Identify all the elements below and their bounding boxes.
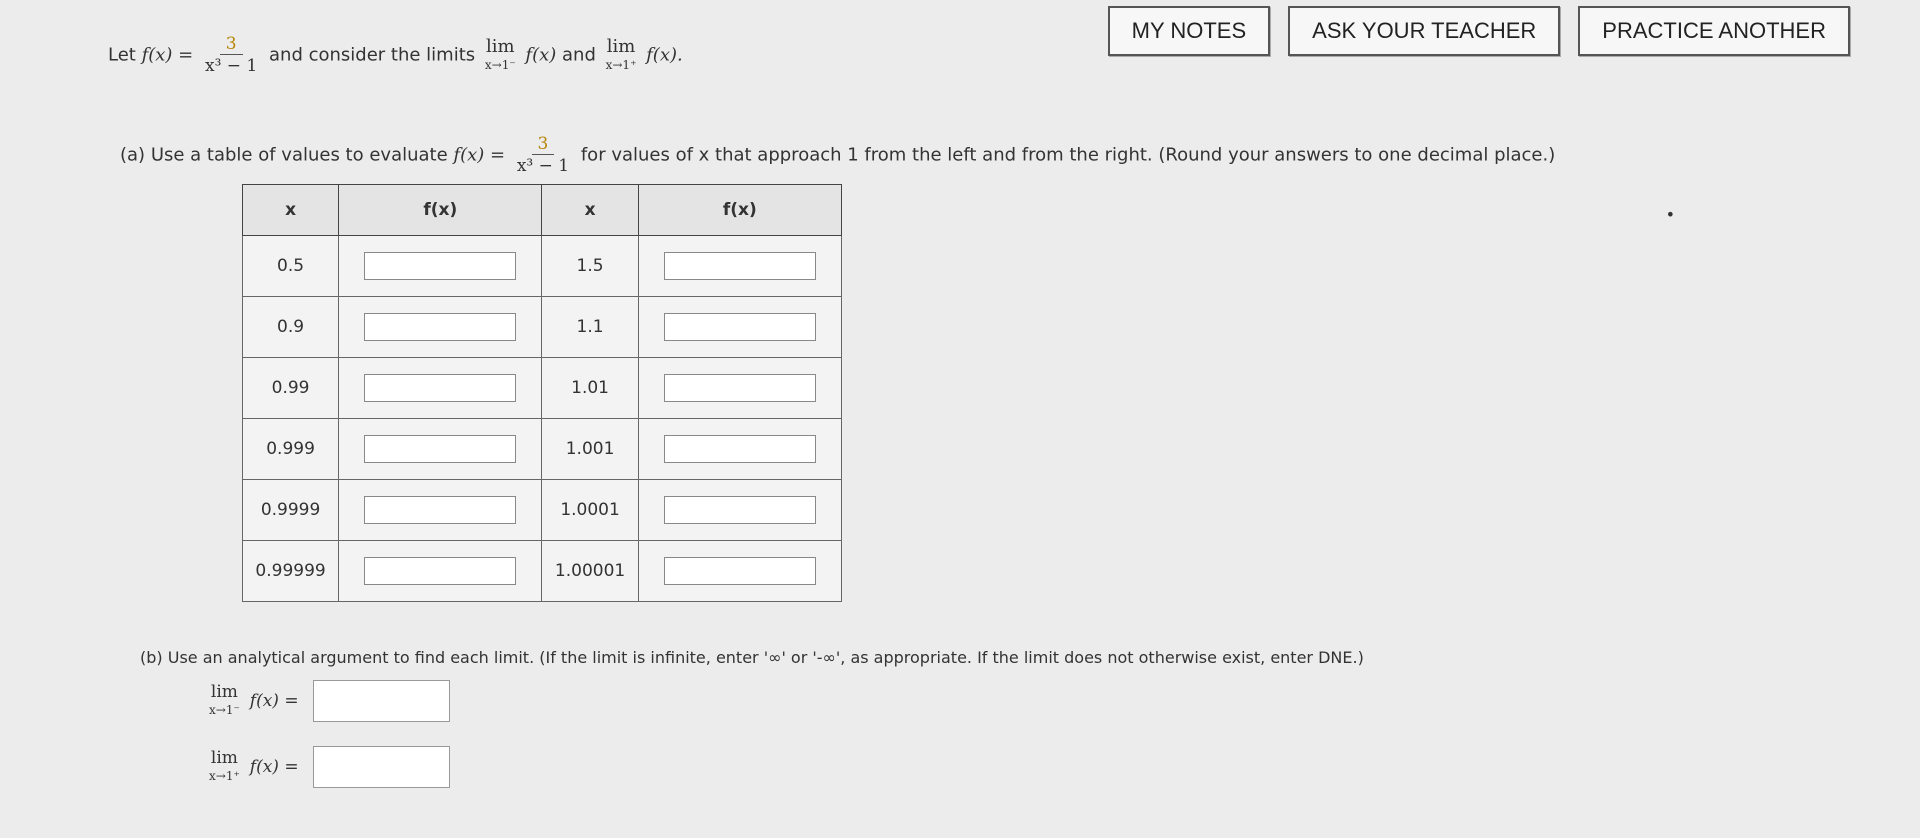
part-a-label: (a) [120, 144, 146, 166]
consider-text: and consider the limits [269, 44, 476, 66]
fx-left-input[interactable] [364, 496, 517, 524]
lim-word: lim [210, 748, 238, 768]
practice-another-button[interactable]: PRACTICE ANOTHER [1578, 6, 1850, 56]
values-table: x f(x) x f(x) 0.5 1.5 0.9 1.1 0.99 1.01 … [241, 184, 843, 602]
lim-subscript-left: x→1⁻ [484, 57, 516, 72]
header-fx-left: f(x) [338, 184, 543, 236]
table-row: 0.9 1.1 [241, 296, 843, 358]
fx-left-input[interactable] [364, 374, 517, 402]
header-x-left: x [241, 184, 340, 236]
fx-right-input[interactable] [663, 313, 816, 341]
part-a-fx: f(x) = [453, 144, 506, 166]
fx-left-input[interactable] [364, 252, 517, 280]
lim-subscript-right: x→1⁺ [605, 57, 637, 72]
fx-text: f(x) [525, 44, 557, 66]
table-row: 0.99999 1.00001 [241, 540, 843, 602]
part-b-instructions: (b) Use an analytical argument to find e… [140, 648, 1364, 667]
x-right-value: 1.5 [541, 235, 639, 297]
x-left-value: 0.5 [241, 235, 340, 297]
x-right-value: 1.001 [541, 418, 639, 480]
part-b-label: (b) [140, 648, 163, 667]
x-right-value: 1.01 [541, 357, 639, 419]
table-row: 0.99 1.01 [241, 357, 843, 419]
part-a-text-after: for values of x that approach 1 from the… [580, 144, 1556, 166]
fx-right-input[interactable] [663, 252, 816, 280]
x-left-value: 0.99999 [241, 540, 340, 602]
part-a-text-before: Use a table of values to evaluate [150, 144, 448, 166]
fx-text-period: f(x). [646, 44, 683, 66]
x-right-value: 1.1 [541, 296, 639, 358]
lim-subscript-right: x→1⁺ [209, 769, 240, 783]
part-b-text: Use an analytical argument to find each … [167, 648, 1364, 667]
fx-right-input[interactable] [663, 557, 816, 585]
function-fraction: 3 x³ − 1 [205, 34, 257, 77]
toolbar: MY NOTES ASK YOUR TEACHER PRACTICE ANOTH… [1107, 6, 1850, 56]
x-right-value: 1.00001 [541, 540, 639, 602]
x-left-value: 0.999 [241, 418, 340, 480]
fx-right-input[interactable] [663, 496, 816, 524]
fx-right-input[interactable] [663, 435, 816, 463]
fx-left-input[interactable] [364, 435, 517, 463]
lim-word: lim [606, 35, 636, 57]
lim-subscript-left: x→1⁻ [209, 703, 240, 717]
fraction-denominator: x³ − 1 [516, 156, 570, 176]
right-limit-expression: lim x→1⁺ [209, 749, 240, 785]
ask-your-teacher-button[interactable]: ASK YOUR TEACHER [1288, 6, 1561, 56]
table-row: 0.9999 1.0001 [241, 479, 843, 541]
left-limit-input[interactable] [312, 680, 450, 722]
left-limit-row: lim x→1⁻ f(x) = [205, 680, 450, 722]
table-row: 0.999 1.001 [241, 418, 843, 480]
table-row: 0.5 1.5 [241, 235, 843, 297]
part-a-fraction: 3 x³ − 1 [517, 134, 569, 177]
fx-left-input[interactable] [364, 313, 517, 341]
fx-right-input[interactable] [663, 374, 816, 402]
x-right-value: 1.0001 [541, 479, 639, 541]
left-limit: lim x→1⁻ [484, 35, 516, 74]
fraction-numerator: 3 [219, 34, 243, 55]
header-fx-right: f(x) [637, 184, 843, 236]
x-left-value: 0.9999 [241, 479, 340, 541]
x-left-value: 0.9 [241, 296, 340, 358]
header-x-right: x [541, 184, 639, 236]
fx-equals: f(x) = [249, 757, 299, 777]
fraction-denominator: x³ − 1 [204, 56, 258, 76]
let-text: Let [108, 44, 136, 66]
fx-label: f(x) = [141, 44, 194, 66]
x-left-value: 0.99 [241, 357, 340, 419]
right-limit: lim x→1⁺ [605, 35, 637, 74]
lim-word: lim [210, 682, 238, 702]
problem-statement: Let f(x) = 3 x³ − 1 and consider the lim… [108, 34, 683, 77]
left-limit-expression: lim x→1⁻ [209, 683, 240, 719]
right-limit-input[interactable] [312, 746, 450, 788]
part-a-instructions: (a) Use a table of values to evaluate f(… [120, 134, 1555, 177]
fx-left-input[interactable] [364, 557, 517, 585]
fx-equals: f(x) = [249, 691, 299, 711]
my-notes-button[interactable]: MY NOTES [1107, 6, 1271, 56]
stray-mark: • [1665, 205, 1675, 224]
lim-word: lim [485, 35, 515, 57]
and-text: and [562, 44, 596, 66]
right-limit-row: lim x→1⁺ f(x) = [205, 746, 450, 788]
fraction-numerator: 3 [531, 134, 555, 155]
